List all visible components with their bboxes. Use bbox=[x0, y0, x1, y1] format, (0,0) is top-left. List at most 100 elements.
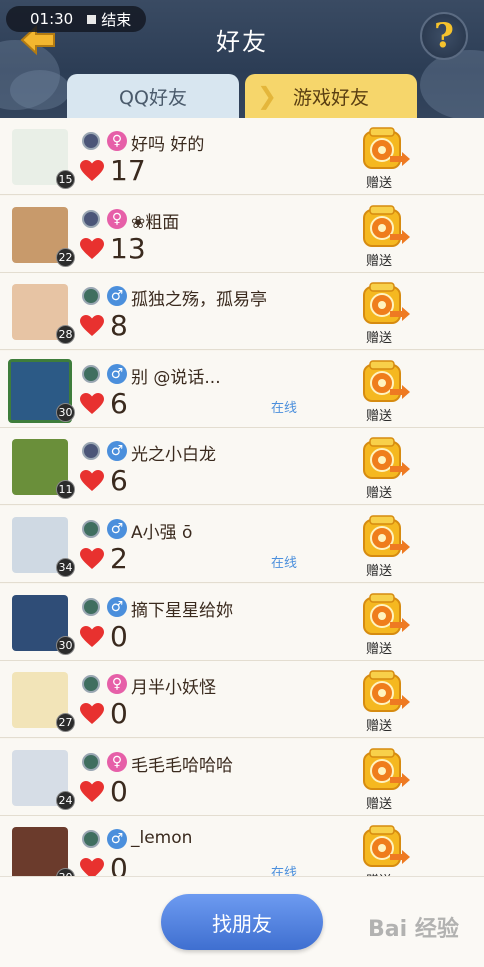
help-button[interactable]: ? bbox=[420, 12, 468, 60]
friend-row[interactable]: 30 ♂ 别 @说话... 6 在线 赠送 bbox=[0, 350, 484, 428]
gift-button-label[interactable]: 赠送 bbox=[366, 560, 392, 579]
gender-icon: ♂ bbox=[107, 829, 127, 850]
gender-icon: ♀ bbox=[107, 131, 127, 151]
friend-list[interactable]: 15 ♀ 好吗 好的 17 赠送 22 ♀ ❀粗面 13 赠送 28 ♂ 孤独之… bbox=[0, 118, 484, 876]
heart-count: 17 bbox=[110, 154, 146, 187]
gender-icon: ♂ bbox=[107, 441, 127, 462]
friend-row[interactable]: 22 ♀ ❀粗面 13 赠送 bbox=[0, 195, 484, 273]
level-badge: 15 bbox=[56, 170, 75, 189]
heart-count: 6 bbox=[110, 464, 128, 498]
gender-icon: ♂ bbox=[107, 286, 127, 307]
rank-icon bbox=[82, 597, 100, 616]
level-badge: 30 bbox=[56, 635, 75, 655]
online-status: 在线 bbox=[271, 556, 298, 571]
friend-row[interactable]: 34 ♂ A小强 ō 2 在线 赠送 bbox=[0, 506, 484, 583]
gender-icon: ♂ bbox=[107, 363, 127, 384]
friend-row[interactable]: 24 ♀ 毛毛毛哈哈哈 0 赠送 bbox=[0, 738, 484, 816]
gift-button-label[interactable]: 赠送 bbox=[366, 250, 392, 269]
gift-button-label[interactable]: 赠送 bbox=[366, 172, 392, 191]
friend-row[interactable]: 11 ♂ 光之小白龙 6 赠送 bbox=[0, 428, 484, 506]
page-title: 好友 bbox=[216, 28, 268, 56]
rank-icon bbox=[82, 830, 100, 849]
friend-row[interactable]: 27 ♀ 月半小妖怪 0 赠送 bbox=[0, 661, 484, 739]
heart-icon bbox=[80, 548, 104, 569]
gift-icon[interactable] bbox=[360, 359, 410, 405]
gift-icon[interactable] bbox=[360, 747, 410, 793]
gender-icon: ♀ bbox=[107, 751, 127, 772]
rank-icon bbox=[82, 442, 100, 461]
heart-icon bbox=[80, 780, 104, 802]
gift-button-label[interactable]: 赠送 bbox=[366, 793, 392, 812]
gift-icon[interactable] bbox=[360, 126, 410, 172]
friend-row[interactable]: 30 ♂ 摘下星星给妳 0 赠送 bbox=[0, 583, 484, 661]
gift-button-label[interactable]: 赠送 bbox=[366, 405, 392, 424]
gift-button-label[interactable]: 赠送 bbox=[366, 715, 392, 734]
gender-icon: ♀ bbox=[107, 208, 127, 229]
friend-row[interactable]: 15 ♀ 好吗 好的 17 赠送 bbox=[0, 118, 484, 195]
heart-icon bbox=[80, 703, 104, 725]
heart-count: 13 bbox=[110, 231, 146, 265]
friend-row[interactable]: 30 ♂ _lemon 0 在线 赠送 bbox=[0, 816, 484, 876]
rank-icon bbox=[82, 752, 100, 771]
level-badge: 27 bbox=[56, 713, 75, 733]
online-status: 在线 bbox=[271, 400, 298, 416]
heart-count: 0 bbox=[110, 697, 128, 731]
rank-icon bbox=[82, 675, 100, 694]
heart-icon bbox=[80, 237, 104, 259]
gift-icon[interactable] bbox=[360, 669, 410, 715]
friend-name: 摘下星星给妳 bbox=[131, 600, 233, 621]
heart-icon bbox=[80, 470, 104, 492]
gender-icon: ♂ bbox=[107, 519, 127, 539]
heart-icon bbox=[80, 392, 104, 414]
gift-icon[interactable] bbox=[360, 281, 410, 327]
level-badge: 30 bbox=[56, 402, 75, 422]
friend-name: 光之小白龙 bbox=[131, 445, 216, 466]
heart-count: 6 bbox=[110, 386, 128, 420]
gift-icon[interactable] bbox=[360, 436, 410, 482]
tab-game-friends[interactable]: ❯ 游戏好友 bbox=[245, 74, 417, 118]
gift-icon[interactable] bbox=[360, 204, 410, 250]
heart-icon bbox=[80, 315, 104, 337]
friend-name: 孤独之殇，孤易亭 bbox=[131, 290, 267, 311]
gender-icon: ♂ bbox=[107, 596, 127, 617]
find-friends-button[interactable]: 找朋友 bbox=[161, 894, 323, 950]
heart-count: 8 bbox=[110, 309, 128, 343]
heart-icon bbox=[80, 160, 104, 181]
gift-button-label[interactable]: 赠送 bbox=[366, 327, 392, 346]
rank-icon bbox=[82, 364, 100, 383]
chevron-right-icon: ❯ bbox=[257, 82, 278, 110]
tab-qq-friends[interactable]: QQ好友 bbox=[67, 74, 239, 118]
rank-icon bbox=[82, 132, 100, 150]
level-badge: 34 bbox=[56, 558, 75, 577]
friend-name: 月半小妖怪 bbox=[131, 678, 216, 699]
header-bar: 01:30 结束 好友 ? QQ好友 ❯ 游戏好友 bbox=[0, 0, 484, 118]
level-badge: 30 bbox=[56, 868, 75, 876]
friend-name: 好吗 好的 bbox=[131, 135, 205, 155]
level-badge: 11 bbox=[56, 480, 75, 500]
level-badge: 28 bbox=[56, 325, 75, 345]
gift-button-label[interactable]: 赠送 bbox=[366, 638, 392, 657]
watermark-logo: Bai 经验 bbox=[368, 917, 459, 942]
gift-icon[interactable] bbox=[360, 514, 410, 560]
gender-icon: ♀ bbox=[107, 674, 127, 695]
level-badge: 24 bbox=[56, 790, 75, 810]
gift-button-label[interactable]: 赠送 bbox=[366, 482, 392, 501]
heart-count: 0 bbox=[110, 852, 128, 876]
heart-count: 0 bbox=[110, 774, 128, 808]
online-status: 在线 bbox=[271, 866, 298, 876]
friend-name: ❀粗面 bbox=[131, 212, 180, 233]
friend-name: _lemon bbox=[131, 828, 193, 849]
heart-icon bbox=[80, 625, 104, 647]
rank-icon bbox=[82, 287, 100, 306]
rank-icon bbox=[82, 209, 100, 228]
tab-qq-label: QQ好友 bbox=[119, 86, 187, 109]
tab-game-label: 游戏好友 bbox=[292, 86, 369, 109]
friend-row[interactable]: 28 ♂ 孤独之殇，孤易亭 8 赠送 bbox=[0, 273, 484, 351]
heart-icon bbox=[80, 858, 104, 876]
rank-icon bbox=[82, 520, 100, 538]
friend-name: 毛毛毛哈哈哈 bbox=[131, 755, 233, 776]
friend-name: 别 @说话... bbox=[131, 367, 221, 388]
gift-icon[interactable] bbox=[360, 824, 410, 870]
heart-count: 0 bbox=[110, 619, 128, 653]
gift-icon[interactable] bbox=[360, 592, 410, 638]
